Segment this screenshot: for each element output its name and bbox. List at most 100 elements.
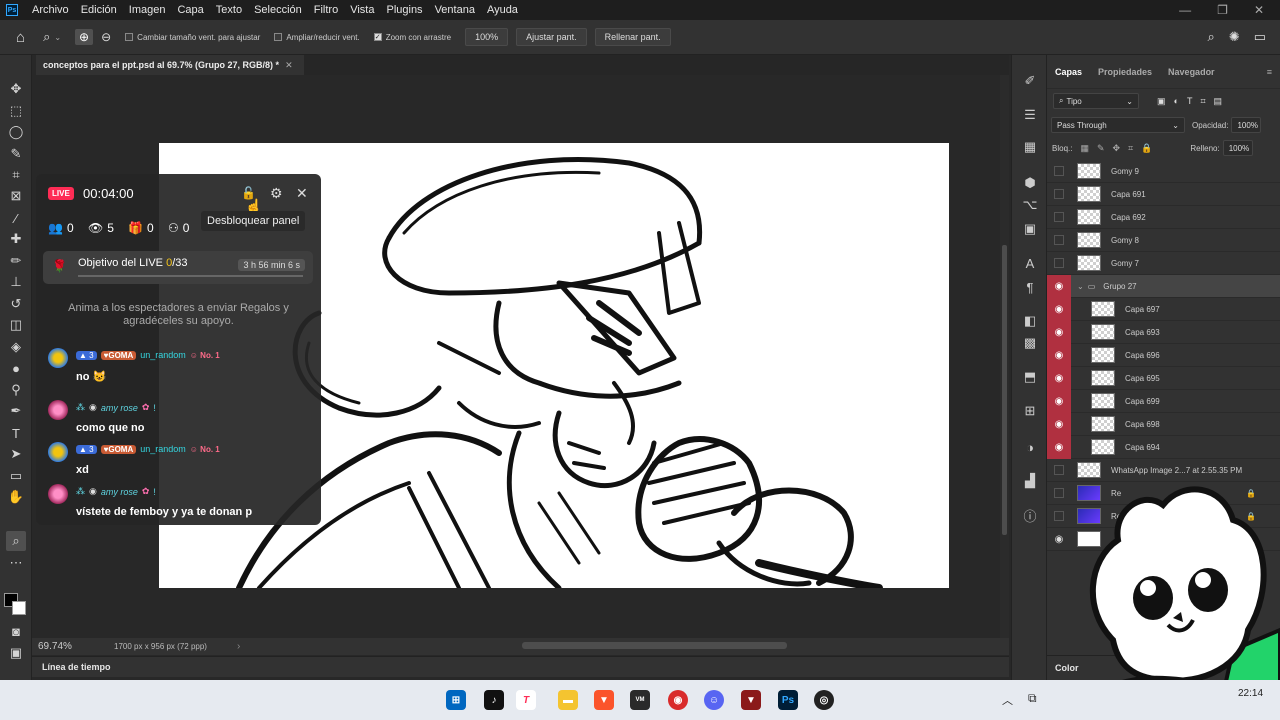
filter-smart-icon[interactable]: ▤ (1214, 96, 1223, 107)
character-icon[interactable]: A (1020, 253, 1040, 273)
live-goal-bar[interactable]: 🌹 Objetivo del LIVE 0/33 3 h 56 min 6 s (43, 251, 313, 284)
close-icon[interactable]: ✕ (1254, 3, 1264, 17)
layer-row[interactable]: Gomy 9 (1047, 160, 1280, 183)
lock-all-icon[interactable]: 🔒 (1141, 143, 1152, 154)
layer-row[interactable]: WhatsApp Image 2...7 at 2.55.35 PM (1047, 459, 1280, 482)
healing-brush-icon[interactable]: ✚ (6, 229, 26, 249)
paths-icon[interactable]: ⌥ (1020, 195, 1040, 215)
swatches-icon[interactable]: ◧ (1020, 311, 1040, 331)
panel-menu-icon[interactable]: ≡ (1267, 67, 1272, 77)
path-select-icon[interactable]: ➤ (6, 444, 26, 464)
document-tab[interactable]: conceptos para el ppt.psd al 69.7% (Grup… (36, 55, 304, 75)
fill-field[interactable]: 100% (1222, 140, 1253, 156)
brush-tool-icon[interactable]: ✏ (6, 251, 26, 271)
filter-shape-icon[interactable]: ⌗ (1200, 96, 1205, 107)
horizontal-scroll-thumb[interactable] (522, 642, 787, 649)
menu-archivo[interactable]: Archivo (26, 4, 75, 16)
layer-group-row[interactable]: ◉ ⌄ ▭ Grupo 27 (1047, 274, 1280, 298)
layer-name[interactable]: Capa 693 (1125, 328, 1160, 337)
patterns-icon[interactable]: ▩ (1020, 333, 1040, 353)
red-app-icon[interactable]: ◉ (668, 690, 688, 710)
red-triangle-app-icon[interactable]: ▼ (741, 690, 761, 710)
layer-row[interactable]: ◉ Capa 699 (1047, 389, 1280, 413)
tiktok-icon[interactable]: ♪ (484, 690, 504, 710)
zoom-tool-icon[interactable]: ⌕ (6, 531, 26, 551)
layer-name[interactable]: Capa 699 (1125, 397, 1160, 406)
eye-icon[interactable]: ◉ (1047, 366, 1071, 390)
layer-row[interactable]: ◉ Capa 694 (1047, 435, 1280, 459)
chat-username[interactable]: amy rose (101, 403, 138, 413)
zoom-out-icon[interactable]: ⊖ (101, 30, 111, 44)
discord-icon[interactable]: ☺ (704, 690, 724, 710)
chat-username[interactable]: amy rose (101, 487, 138, 497)
layer-row[interactable]: ◉ Capa 696 (1047, 343, 1280, 367)
visibility-toggle[interactable] (1047, 459, 1071, 482)
stamp-tool-icon[interactable]: ⊥ (6, 272, 26, 292)
eye-icon[interactable]: ◉ (1047, 389, 1071, 413)
history-brush-icon[interactable]: ↺ (6, 294, 26, 314)
menu-ayuda[interactable]: Ayuda (481, 4, 524, 16)
visibility-toggle[interactable] (1047, 160, 1071, 183)
layer-name[interactable]: Gomy 9 (1111, 167, 1139, 176)
styles-icon[interactable]: ◑ (1020, 437, 1040, 457)
opacity-field[interactable]: 100% (1231, 117, 1262, 133)
crop-tool-icon[interactable]: ⌗ (6, 165, 26, 185)
eye-icon[interactable]: ◉ (1047, 412, 1071, 436)
chevron-up-icon[interactable]: ︿ (1002, 692, 1013, 708)
menu-seleccion[interactable]: Selección (248, 4, 308, 16)
layer-name[interactable]: Capa 698 (1125, 420, 1160, 429)
visibility-toggle[interactable] (1047, 252, 1071, 275)
menu-imagen[interactable]: Imagen (123, 4, 172, 16)
layer-row[interactable]: ◉ Capa 693 (1047, 320, 1280, 344)
blend-mode-select[interactable]: Pass Through ⌄ (1051, 117, 1185, 133)
layer-row[interactable]: ◉ Capa 697 (1047, 297, 1280, 321)
pen-tool-icon[interactable]: ✒ (6, 401, 26, 421)
layer-name[interactable]: Gomy 7 (1111, 259, 1139, 268)
filter-adjust-icon[interactable]: ◐ (1174, 96, 1179, 106)
clock[interactable]: 22:14 (1238, 688, 1263, 699)
scrubby-zoom-checkbox[interactable]: ✓ Zoom con arrastre (373, 33, 451, 42)
layer-row[interactable]: Gomy 7 (1047, 252, 1280, 275)
zoom-all-checkbox[interactable]: Ampliar/reducir vent. (274, 33, 360, 42)
photoshop-taskbar-icon[interactable]: Ps (778, 690, 798, 710)
layer-row[interactable]: Gomy 8 (1047, 229, 1280, 252)
comments-icon[interactable]: ▣ (1020, 219, 1040, 239)
restore-icon[interactable]: ❐ (1217, 3, 1228, 17)
tray-app-icon[interactable]: ⧉ (1028, 691, 1037, 706)
eye-icon[interactable]: ◉ (1047, 435, 1071, 459)
layer-row[interactable]: ◉ Capa 698 (1047, 412, 1280, 436)
filter-kind-select[interactable]: ⌕ Tipo ⌄ (1053, 93, 1139, 109)
obs-icon[interactable]: ◎ (814, 690, 834, 710)
grid-icon[interactable]: ▦ (1020, 137, 1040, 157)
chat-username[interactable]: un_random (140, 350, 186, 360)
eye-icon[interactable]: ◉ (1047, 320, 1071, 344)
eye-icon[interactable]: ◉ (1047, 274, 1071, 298)
layer-name[interactable]: Capa 692 (1111, 213, 1146, 222)
layer-name[interactable]: Gomy 8 (1111, 236, 1139, 245)
resize-windows-checkbox[interactable]: Cambiar tamaño vent. para ajustar (125, 33, 260, 42)
brave-browser-icon[interactable]: ▼ (594, 690, 614, 710)
menu-filtro[interactable]: Filtro (308, 4, 344, 16)
layer-name[interactable]: Capa 697 (1125, 305, 1160, 314)
close-icon[interactable]: ✕ (296, 185, 308, 202)
marquee-tool-icon[interactable]: ⬚ (6, 101, 26, 121)
layer-name[interactable]: WhatsApp Image 2...7 at 2.55.35 PM (1111, 466, 1242, 475)
fill-screen-button[interactable]: Rellenar pant. (594, 28, 671, 46)
frame-tool-icon[interactable]: ⊠ (6, 186, 26, 206)
channels-icon[interactable]: ⊞ (1020, 401, 1040, 421)
settings-icon[interactable]: ⚙ (270, 185, 283, 202)
scroll-thumb[interactable] (1002, 245, 1007, 535)
eyedropper-tool-icon[interactable]: ⁄ (6, 208, 26, 228)
chevron-down-icon[interactable]: ⌄ (54, 33, 61, 42)
file-explorer-icon[interactable]: ▬ (558, 690, 578, 710)
vertical-scrollbar[interactable] (1000, 75, 1009, 638)
layer-name[interactable]: Grupo 27 (1103, 282, 1136, 291)
visibility-toggle[interactable] (1047, 505, 1071, 528)
tab-capas[interactable]: Capas (1055, 67, 1082, 77)
screen-mode-icon[interactable]: ▣ (6, 643, 26, 663)
workspace-icon[interactable]: ▭ (1254, 29, 1266, 45)
menu-capa[interactable]: Capa (171, 4, 209, 16)
layer-row[interactable]: Capa 692 (1047, 206, 1280, 229)
timeline-panel[interactable]: Línea de tiempo (32, 656, 1009, 677)
dodge-tool-icon[interactable]: ⚲ (6, 380, 26, 400)
